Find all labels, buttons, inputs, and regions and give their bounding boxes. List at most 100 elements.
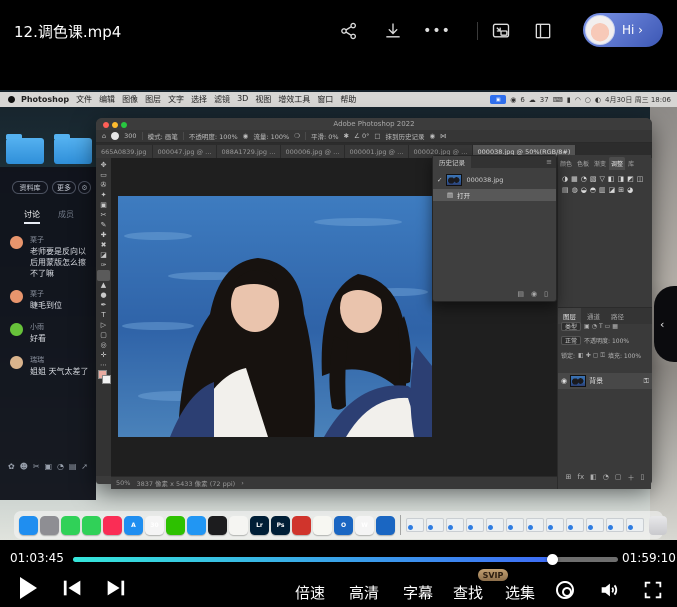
menubar-item[interactable]: 滤镜 xyxy=(214,94,230,105)
menubar-item[interactable]: 文件 xyxy=(76,94,92,105)
tab-members[interactable]: 成员 xyxy=(58,209,74,220)
library-button[interactable]: 资料库 xyxy=(12,181,48,194)
background-color-swatch[interactable] xyxy=(102,375,111,384)
history-footer-icon[interactable]: ◉ xyxy=(531,290,537,298)
mode-select[interactable]: 模式: 画笔 xyxy=(148,131,178,141)
tablet-pressure-icon[interactable]: ◉ xyxy=(429,132,435,140)
tab-discussion[interactable]: 讨论 xyxy=(24,209,40,224)
status-chevron-icon[interactable]: › xyxy=(241,479,244,487)
menubar-item[interactable]: 增效工具 xyxy=(278,94,310,105)
dock-app-icon[interactable]: W xyxy=(355,516,374,535)
download-icon[interactable] xyxy=(380,18,406,44)
filter-icon[interactable]: ◔ xyxy=(592,323,597,330)
fullscreen-icon[interactable] xyxy=(642,579,664,601)
ps-tool-icon[interactable]: ✑ xyxy=(101,260,107,270)
layer-row-background[interactable]: ◉ 背景 ⚿ xyxy=(558,373,652,389)
chat-settings-icon[interactable]: ⚙ xyxy=(78,181,91,194)
dock-app-icon[interactable] xyxy=(292,516,311,535)
status-badge-b-icon[interactable]: ☁ xyxy=(529,96,536,104)
adjustment-icon[interactable]: ◧ xyxy=(608,175,615,183)
lock-icon[interactable]: ▢ xyxy=(593,352,599,360)
adjustment-icon[interactable]: ◑ xyxy=(562,175,568,183)
layers-footer-icon[interactable]: ▢ xyxy=(615,473,622,483)
dock-window-thumbnail[interactable] xyxy=(466,518,484,532)
ps-titlebar[interactable]: Adobe Photoshop 2022 xyxy=(96,118,652,130)
dock-app-icon[interactable]: A xyxy=(124,516,143,535)
history-snapshot-row[interactable]: ✓ 000038.jpg xyxy=(437,173,553,187)
wifi-icon[interactable]: ◠ xyxy=(575,96,581,104)
visibility-eye-icon[interactable]: ◉ xyxy=(561,377,567,385)
dock-app-icon[interactable] xyxy=(19,516,38,535)
screen-record-icon[interactable]: ▣ xyxy=(490,95,506,104)
menubar-clock[interactable]: 4月30日 周三 18:06 xyxy=(605,95,671,105)
adjustment-icon[interactable]: ◓ xyxy=(590,186,596,194)
menubar-item[interactable]: 选择 xyxy=(191,94,207,105)
dock-window-thumbnail[interactable] xyxy=(486,518,504,532)
snapshot-check-icon[interactable]: ✓ xyxy=(437,176,442,184)
dock-app-icon[interactable]: Ps xyxy=(271,516,290,535)
ps-tool-icon[interactable]: ▢ xyxy=(100,330,107,340)
dock-app-icon[interactable]: O xyxy=(334,516,353,535)
dock-app-icon[interactable] xyxy=(187,516,206,535)
ps-tool-icon[interactable]: ⋯ xyxy=(100,360,107,370)
status-badge-a-icon[interactable]: ◉ xyxy=(510,96,516,104)
symmetry-icon[interactable]: ⋈ xyxy=(440,132,447,140)
search-icon[interactable]: ○ xyxy=(585,96,591,104)
panel-tab[interactable]: 渐变 xyxy=(592,157,608,170)
volume-icon[interactable] xyxy=(598,579,620,601)
ps-tool-icon[interactable]: ▲ xyxy=(101,280,106,290)
document-tab[interactable]: 000001.jpg @ … xyxy=(345,145,409,158)
apple-logo-icon[interactable] xyxy=(8,96,15,103)
airbrush-icon[interactable]: ❍ xyxy=(294,132,300,140)
ps-tool-icon[interactable]: ✎ xyxy=(101,220,107,230)
adjustment-icon[interactable]: ◫ xyxy=(637,175,644,183)
layer-opacity[interactable]: 不透明度: 100% xyxy=(584,336,629,345)
filter-type-select[interactable]: 类型 xyxy=(561,322,581,331)
blend-mode-select[interactable]: 正常 xyxy=(561,336,581,345)
document-tab[interactable]: 665A0839.jpg xyxy=(96,145,153,158)
history-step-open[interactable]: ▤ 打开 xyxy=(433,189,556,201)
history-footer-icon[interactable]: ▯ xyxy=(544,290,548,298)
dock-window-thumbnail[interactable] xyxy=(566,518,584,532)
lock-icon[interactable]: ⚿ xyxy=(600,352,605,360)
desktop-folder[interactable] xyxy=(54,138,92,164)
menubar-app-name[interactable]: Photoshop xyxy=(21,95,69,104)
filter-icon[interactable]: ▣ xyxy=(584,323,590,330)
panel-tab[interactable]: 颜色 xyxy=(558,157,574,170)
dock-window-thumbnail[interactable] xyxy=(406,518,424,532)
ps-tool-icon[interactable]: ▣ xyxy=(100,200,107,210)
ps-tool-icon[interactable]: ✦ xyxy=(101,190,107,200)
history-footer-icon[interactable]: ▤ xyxy=(517,290,524,298)
layers-footer-icon[interactable]: ＋ xyxy=(627,473,634,483)
ps-tool-icon[interactable]: ✥ xyxy=(101,160,107,170)
opacity-select[interactable]: 不透明度: 100% xyxy=(189,131,238,141)
menubar-item[interactable]: 文字 xyxy=(168,94,184,105)
panel-menu-icon[interactable]: ≡ xyxy=(546,158,552,166)
ps-tool-icon[interactable]: ◎ xyxy=(100,340,106,350)
gear-icon[interactable]: ✱ xyxy=(344,132,349,140)
trash-icon[interactable] xyxy=(649,516,667,535)
dock-app-icon[interactable] xyxy=(313,516,332,535)
filter-icon[interactable]: T xyxy=(599,323,603,330)
adjustment-icon[interactable]: ◩ xyxy=(627,175,634,183)
home-icon[interactable]: ⌂ xyxy=(102,132,106,140)
panel-tab-adjustments[interactable]: 调整 xyxy=(609,157,625,170)
menubar-item[interactable]: 图层 xyxy=(145,94,161,105)
dock-app-icon[interactable] xyxy=(103,516,122,535)
dock-window-thumbnail[interactable] xyxy=(546,518,564,532)
adjustment-icon[interactable]: ▤ xyxy=(562,186,569,194)
dock-app-icon[interactable] xyxy=(61,516,80,535)
dock-window-thumbnail[interactable] xyxy=(586,518,604,532)
dock-app-icon[interactable] xyxy=(40,516,59,535)
adjustment-icon[interactable]: ▽ xyxy=(599,175,604,183)
chat-tool-icon[interactable]: ▤ xyxy=(69,462,77,471)
layers-footer-icon[interactable]: ◔ xyxy=(603,473,609,483)
chat-tool-icon[interactable]: ☻ xyxy=(20,462,28,471)
adjustment-icon[interactable]: ▦ xyxy=(571,175,578,183)
share-icon[interactable] xyxy=(336,18,362,44)
subtitles-button[interactable]: 字幕 xyxy=(396,582,440,603)
angle-field[interactable]: ∠ 0° xyxy=(354,132,369,140)
menubar-item[interactable]: 编辑 xyxy=(99,94,115,105)
more-icon[interactable]: ••• xyxy=(424,18,450,44)
pip-icon[interactable] xyxy=(488,18,514,44)
